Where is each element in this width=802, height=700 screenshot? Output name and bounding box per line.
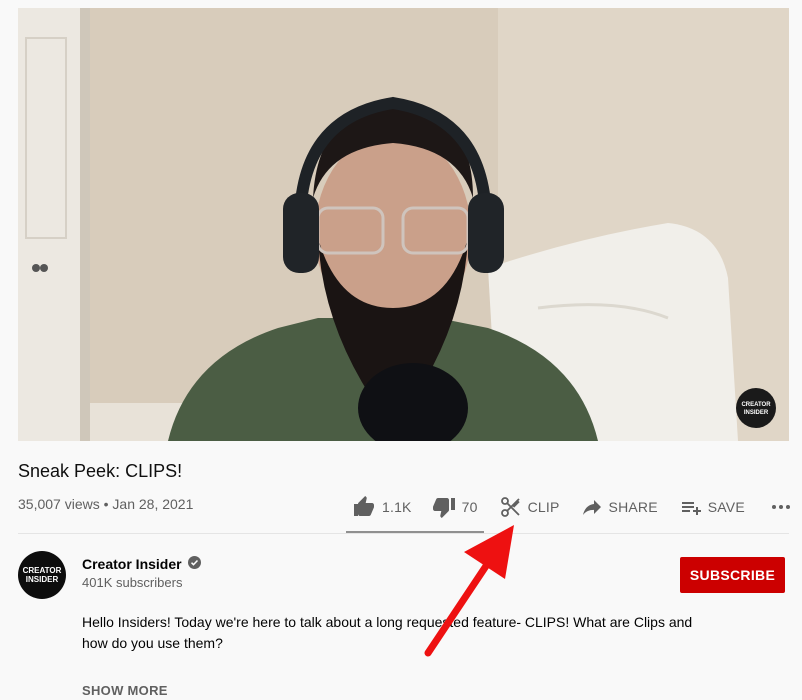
video-meta: 35,007 views • Jan 28, 2021	[18, 496, 193, 512]
clip-label: CLIP	[527, 499, 560, 515]
verified-check-icon	[187, 556, 201, 572]
upload-date: Jan 28, 2021	[112, 496, 194, 512]
dislike-count: 70	[461, 499, 478, 515]
divider	[18, 533, 789, 534]
action-bar: 1.1K 70 CLIP SHARE SAVE	[352, 493, 793, 521]
more-actions-button[interactable]	[769, 495, 793, 519]
watermark-text-2: INSIDER	[744, 410, 769, 416]
share-arrow-icon	[580, 495, 604, 519]
view-count: 35,007 views	[18, 496, 100, 512]
video-frame: CREATOR INSIDER	[18, 8, 789, 441]
video-description: Hello Insiders! Today we're here to talk…	[82, 614, 693, 651]
save-label: SAVE	[707, 499, 745, 515]
save-button[interactable]: SAVE	[679, 495, 745, 519]
subscriber-count: 401K subscribers	[82, 575, 183, 590]
watermark-text-1: CREATOR	[741, 402, 771, 408]
thumbs-down-icon	[432, 495, 456, 519]
share-button[interactable]: SHARE	[580, 495, 658, 519]
like-count: 1.1K	[382, 499, 412, 515]
like-button[interactable]: 1.1K	[352, 495, 412, 519]
dislike-button[interactable]: 70	[432, 495, 478, 519]
clip-button[interactable]: CLIP	[499, 495, 560, 519]
meta-separator: •	[103, 496, 109, 512]
show-more-button[interactable]: SHOW MORE	[82, 683, 168, 698]
avatar-text-2: INSIDER	[25, 575, 59, 584]
playlist-add-icon	[679, 495, 703, 519]
subscribe-button[interactable]: SUBSCRIBE	[680, 557, 785, 593]
more-horizontal-icon	[769, 495, 793, 519]
channel-name: Creator Insider	[82, 556, 182, 572]
scissors-icon	[499, 495, 523, 519]
video-player[interactable]: CREATOR INSIDER	[18, 8, 789, 441]
video-title: Sneak Peek: CLIPS!	[18, 461, 183, 481]
avatar-text-1: CREATOR	[22, 566, 62, 575]
share-label: SHARE	[608, 499, 658, 515]
channel-avatar[interactable]: CREATOR INSIDER	[18, 551, 66, 599]
channel-name-link[interactable]: Creator Insider	[82, 556, 201, 572]
thumbs-up-icon	[352, 495, 376, 519]
